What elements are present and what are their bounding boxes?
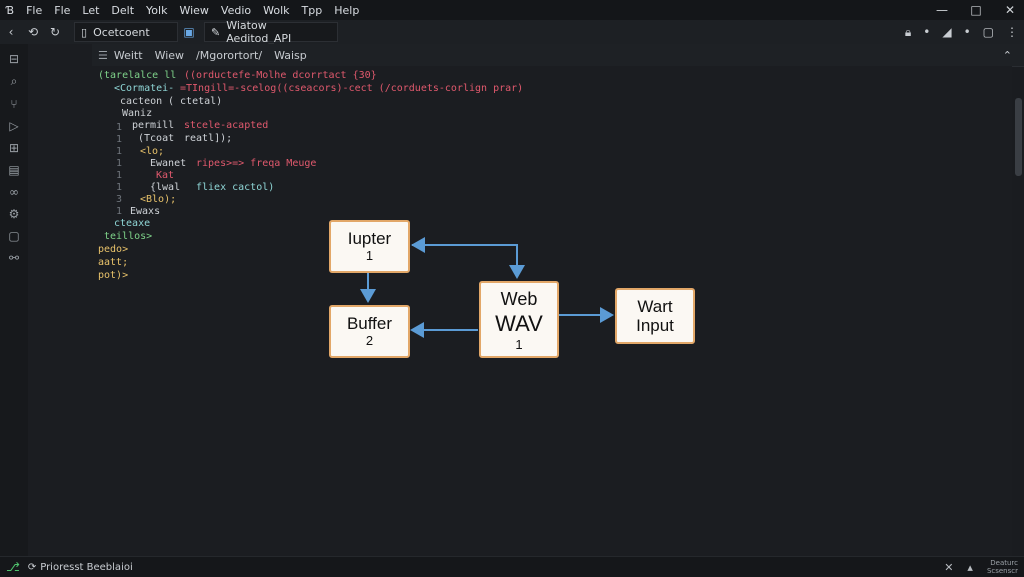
node-title: Buffer [346, 314, 393, 333]
node-title: Web [500, 288, 538, 309]
sync-icon[interactable]: ⟳ [28, 562, 36, 573]
node-subtitle: Input [636, 316, 674, 335]
status-bar: ⎇ ⟳ Prioresst Beeblaioi ✕ ▴ Deaturc Scse… [0, 556, 1024, 577]
node-title: Iupter [347, 229, 392, 248]
node-wart-input[interactable]: Wart Input [615, 288, 695, 344]
node-buffer-2[interactable]: Buffer 2 [329, 305, 410, 358]
node-number: 2 [365, 333, 374, 348]
status-text: Prioresst Beeblaioi [40, 561, 133, 573]
branch-icon[interactable]: ⎇ [6, 560, 20, 574]
status-info-line-2: Scsenscr [986, 567, 1018, 575]
node-number: 1 [515, 336, 523, 352]
status-info: Deaturc Scsenscr [987, 559, 1018, 575]
notification-icon[interactable]: ▴ [967, 561, 973, 574]
node-subtitle: WAV [495, 310, 543, 336]
node-web-wav[interactable]: Web WAV 1 [479, 281, 559, 358]
node-buffer-1[interactable]: Iupter 1 [329, 220, 410, 273]
close-icon[interactable]: ✕ [944, 561, 953, 574]
node-title: Wart [637, 297, 673, 316]
status-right: ✕ ▴ Deaturc Scsenscr [944, 557, 1018, 577]
node-number: 1 [365, 248, 374, 263]
edge-buffer1-web [412, 244, 525, 279]
status-info-line-1: Deaturc [990, 559, 1018, 567]
